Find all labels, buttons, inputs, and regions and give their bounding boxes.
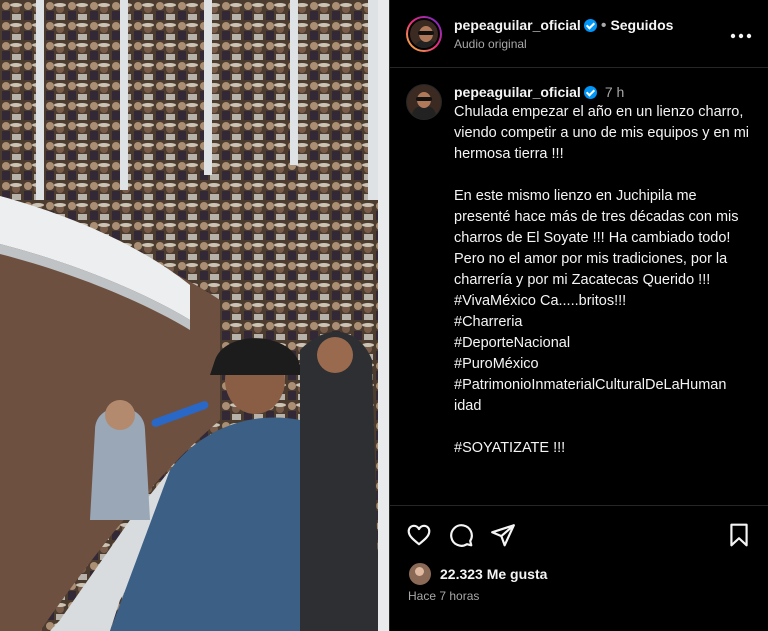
video-frame[interactable] [0,0,389,631]
header-text: pepeaguilar_oficial • Seguidos Audio origi… [454,17,730,51]
header-username[interactable]: pepeaguilar_oficial [454,17,581,33]
profile-avatar[interactable] [406,15,442,52]
comment-icon[interactable] [448,522,474,548]
post-side-panel: pepeaguilar_oficial • Seguidos Audio origi… [389,0,768,631]
audio-link[interactable]: Audio original [454,37,730,51]
liker-avatar [408,562,432,586]
rodeo-crowd-image [0,0,389,631]
more-horizontal-icon[interactable] [730,22,752,45]
caption-avatar[interactable] [406,84,442,120]
action-bar [390,505,768,548]
instagram-post: pepeaguilar_oficial • Seguidos Audio origi… [0,0,768,631]
post-caption: pepeaguilar_oficial 7 h Chulada empezar e… [390,68,768,506]
heart-icon[interactable] [406,522,432,548]
caption-time[interactable]: 7 h [605,84,624,100]
likes-count[interactable]: 22.323 Me gusta [440,566,547,582]
following-button[interactable]: Seguidos [610,17,673,33]
post-time[interactable]: Hace 7 horas [408,589,479,603]
share-icon[interactable] [490,522,516,548]
verified-badge-icon [583,18,597,32]
caption-username[interactable]: pepeaguilar_oficial [454,84,581,100]
likes-row[interactable]: 22.323 Me gusta [408,562,547,586]
post-header: pepeaguilar_oficial • Seguidos Audio origi… [390,0,768,68]
caption-body: pepeaguilar_oficial 7 h Chulada empezar e… [454,84,752,506]
verified-badge-icon [583,86,597,99]
caption-text: Chulada empezar el año en un lienzo char… [454,104,749,456]
save-icon[interactable] [726,522,752,548]
separator-dot: • [600,16,607,34]
